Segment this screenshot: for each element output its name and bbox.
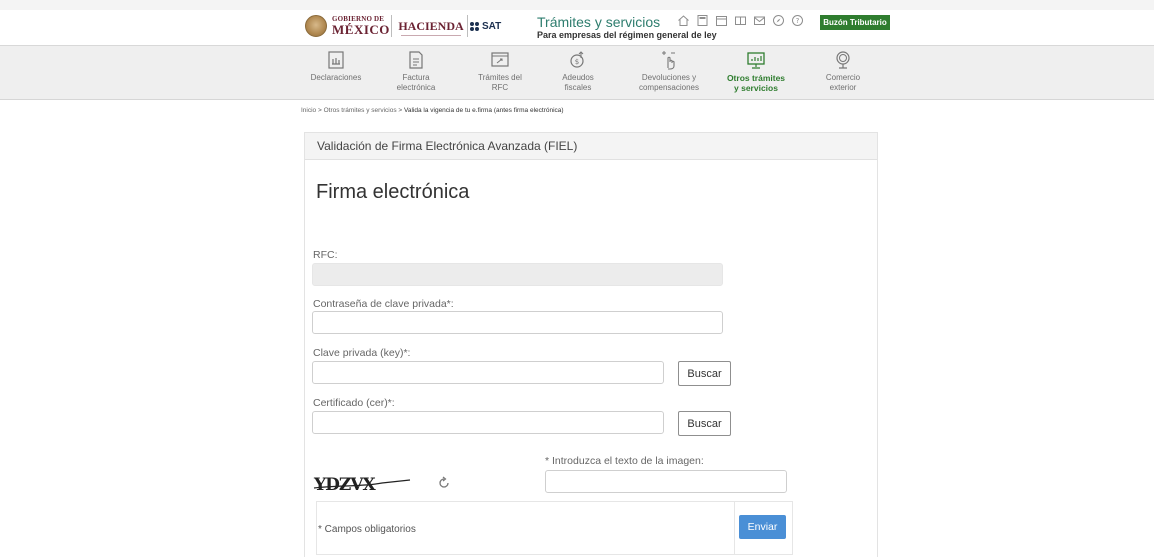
private-key-label: Clave privada (key)*: bbox=[313, 347, 411, 359]
debts-icon: $ bbox=[566, 49, 590, 71]
svg-text:$: $ bbox=[575, 58, 579, 66]
rfc-field bbox=[312, 263, 723, 286]
nav-label: Adeudos fiscales bbox=[562, 73, 594, 92]
calendar-icon[interactable] bbox=[714, 14, 728, 28]
calculator-icon[interactable] bbox=[695, 14, 709, 28]
breadcrumb-home[interactable]: Inicio bbox=[301, 107, 316, 114]
sat-dots-icon bbox=[470, 21, 479, 31]
nav-item-adeudos[interactable]: $ Adeudos fiscales bbox=[548, 49, 608, 97]
mexico-seal-icon bbox=[305, 15, 327, 37]
rfc-icon bbox=[488, 49, 512, 71]
certificate-file-field[interactable] bbox=[312, 411, 664, 434]
logo-divider bbox=[391, 15, 392, 37]
nav-item-otros-tramites[interactable]: Otros trámites y servicios bbox=[716, 49, 796, 97]
browse-key-button[interactable]: Buscar bbox=[678, 361, 731, 386]
site-subtitle: Para empresas del régimen general de ley bbox=[537, 30, 717, 40]
rfc-label: RFC: bbox=[313, 249, 338, 261]
mail-icon[interactable] bbox=[752, 14, 766, 28]
refresh-captcha-icon[interactable] bbox=[437, 476, 451, 490]
breadcrumb-section[interactable]: Otros trámites y servicios bbox=[324, 107, 397, 114]
nav-label: Otros trámites y servicios bbox=[726, 73, 786, 93]
page: GOBIERNO DE MÉXICO HACIENDA SAT Trámites… bbox=[0, 0, 1154, 557]
top-icon-bar: ? bbox=[676, 14, 816, 30]
footer-divider bbox=[734, 501, 735, 555]
sat-text: SAT bbox=[482, 20, 502, 32]
book-icon[interactable] bbox=[733, 14, 747, 28]
help-icon[interactable]: ? bbox=[790, 14, 804, 28]
gob-big-text: MÉXICO bbox=[332, 22, 390, 37]
private-key-file-field[interactable] bbox=[312, 361, 664, 384]
compass-icon[interactable] bbox=[771, 14, 785, 28]
buzon-tributario-button[interactable]: Buzón Tributario bbox=[820, 15, 890, 30]
browse-certificate-button[interactable]: Buscar bbox=[678, 411, 731, 436]
captcha-input[interactable] bbox=[545, 470, 787, 493]
hacienda-logo[interactable]: HACIENDA bbox=[397, 14, 465, 38]
nav-item-tramites-rfc[interactable]: Trámites del RFC bbox=[467, 49, 533, 97]
gobierno-mexico-text: GOBIERNO DE MÉXICO bbox=[332, 16, 390, 37]
required-fields-note: * Campos obligatorios bbox=[318, 524, 416, 535]
form-title: Firma electrónica bbox=[316, 181, 470, 203]
sat-logo[interactable]: SAT bbox=[470, 17, 525, 35]
nav-label: Factura electrónica bbox=[396, 73, 436, 92]
invoice-icon bbox=[404, 49, 428, 71]
submit-button[interactable]: Enviar bbox=[739, 515, 786, 539]
nav-label: Declaraciones bbox=[310, 73, 362, 82]
refunds-icon bbox=[657, 49, 681, 71]
main-nav: Declaraciones Factura electrónica Trámite… bbox=[0, 46, 1154, 100]
nav-label: Comercio exterior bbox=[825, 73, 861, 92]
captcha-label: * Introduzca el texto de la imagen: bbox=[545, 455, 704, 467]
breadcrumb: Inicio > Otros trámites y servicios > Va… bbox=[301, 107, 564, 114]
nav-item-comercio-exterior[interactable]: Comercio exterior bbox=[815, 49, 871, 97]
svg-text:?: ? bbox=[795, 17, 799, 25]
captcha-image: YDZVX bbox=[312, 469, 417, 497]
password-label: Contraseña de clave privada*: bbox=[313, 298, 454, 310]
foreign-trade-icon bbox=[831, 49, 855, 71]
nav-item-devoluciones[interactable]: Devoluciones y compensaciones bbox=[629, 49, 709, 97]
other-services-icon bbox=[744, 49, 768, 71]
nav-label: Trámites del RFC bbox=[478, 73, 522, 92]
private-key-password-field[interactable] bbox=[312, 311, 723, 334]
nav-item-declaraciones[interactable]: Declaraciones bbox=[305, 49, 367, 97]
certificate-label: Certificado (cer)*: bbox=[313, 397, 395, 409]
declarations-icon bbox=[324, 49, 348, 71]
home-icon[interactable] bbox=[676, 14, 690, 28]
nav-item-factura[interactable]: Factura electrónica bbox=[385, 49, 447, 97]
logo-divider bbox=[467, 15, 468, 37]
nav-label: Devoluciones y compensaciones bbox=[638, 73, 700, 92]
panel-heading: Validación de Firma Electrónica Avanzada… bbox=[305, 133, 877, 160]
breadcrumb-current: Valida la vigencia de tu e.firma (antes … bbox=[404, 107, 564, 114]
